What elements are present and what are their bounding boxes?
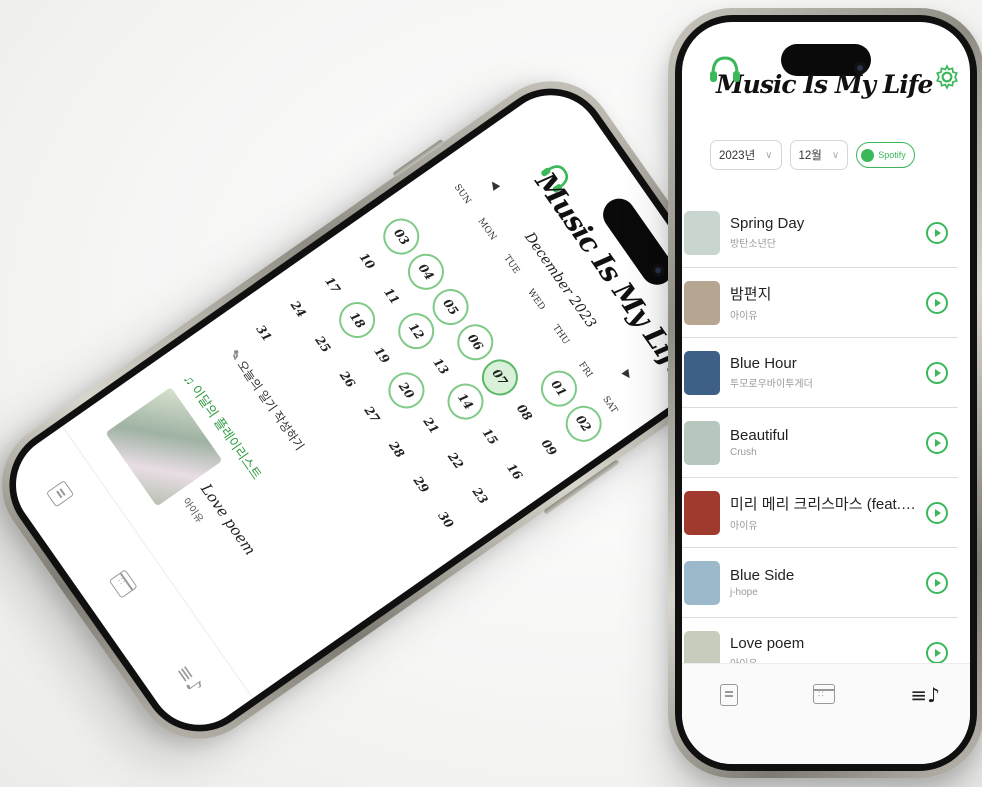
album-cover (684, 280, 720, 325)
headphones-icon (710, 56, 740, 82)
calendar-day-number: 21 (420, 414, 442, 437)
album-cover (684, 210, 720, 255)
calendar-day-number: 28 (386, 438, 408, 461)
calendar-icon[interactable] (812, 684, 835, 704)
calendar-day-number: 27 (361, 403, 383, 426)
calendar-day-number: 01 (548, 377, 570, 400)
calendar-day-number: 03 (390, 226, 413, 248)
spotify-icon (861, 148, 875, 162)
track-text: Beautiful Crush (730, 427, 918, 458)
chevron-down-icon: ∨ (765, 149, 773, 161)
calendar-day-number: 24 (287, 298, 309, 321)
track-artist: j-hope (730, 587, 758, 598)
track-title: Blue Side (730, 567, 795, 584)
calendar-day-number: 12 (405, 320, 427, 343)
diary-icon[interactable] (45, 480, 75, 508)
calendar-day-number: 15 (479, 425, 501, 448)
play-icon[interactable] (926, 291, 948, 314)
track-title: Blue Hour (730, 355, 797, 372)
bottom-nav: ≡♪ (0, 426, 254, 745)
playlist-screen: Music Is My Life 2023년 ∨ 12월 ∨ Spotify S… (682, 22, 970, 764)
calendar-day-number: 31 (253, 322, 275, 345)
track-title: 미리 메리 크리스마스 (feat.천... (730, 496, 918, 513)
calendar-day-number: 13 (430, 355, 452, 378)
settings-gear-icon[interactable] (934, 64, 960, 90)
track-text: Spring Day 방탄소년단 (730, 215, 918, 250)
track-artist: 방탄소년단 (730, 239, 776, 250)
calendar-day-number: 29 (410, 473, 432, 496)
calendar-day-number: 07 (489, 366, 511, 389)
play-icon[interactable] (926, 571, 948, 594)
calendar-day-number: 19 (371, 344, 393, 367)
month-select[interactable]: 12월 ∨ (789, 140, 849, 170)
bottom-nav: ≡♪ (682, 663, 970, 764)
calendar-icon[interactable] (108, 569, 138, 599)
track-text: Blue Side j-hope (730, 567, 918, 598)
track-row[interactable]: Spring Day 방탄소년단 (682, 198, 958, 268)
calendar-day-number: 17 (322, 274, 344, 296)
track-row[interactable]: Blue Hour 투모로우바이투게더 (682, 338, 958, 408)
calendar-day-number: 06 (464, 331, 486, 354)
year-value: 2023년 (719, 150, 756, 162)
app-logo: Music Is My Life (716, 70, 933, 99)
year-select[interactable]: 2023년 ∨ (710, 140, 782, 170)
album-cover (684, 490, 720, 535)
play-icon[interactable] (926, 221, 948, 244)
track-row[interactable]: Beautiful Crush (682, 408, 958, 478)
album-cover (684, 350, 720, 395)
calendar-day-number: 04 (415, 261, 437, 283)
track-artist: 아이유 (730, 521, 758, 532)
calendar-day-number: 23 (469, 484, 491, 507)
calendar-day-number: 20 (395, 379, 417, 402)
calendar-day-number: 02 (572, 412, 594, 435)
play-icon[interactable] (926, 501, 948, 524)
track-title: Spring Day (730, 215, 805, 232)
track-title: Beautiful (730, 427, 789, 444)
calendar-day-number: 09 (538, 436, 560, 459)
filter-bar: 2023년 ∨ 12월 ∨ Spotify (710, 140, 915, 170)
music-list-icon[interactable]: ≡♪ (171, 660, 208, 698)
play-icon[interactable] (926, 641, 948, 664)
month-value: 12월 (798, 150, 822, 162)
track-text: Blue Hour 투모로우바이투게더 (730, 355, 918, 390)
track-row[interactable]: 미리 메리 크리스마스 (feat.천... 아이유 (682, 478, 958, 548)
track-artist: 아이유 (730, 311, 758, 322)
track-row[interactable]: Blue Side j-hope (682, 548, 958, 618)
spotify-label: Spotify (878, 150, 906, 160)
play-icon[interactable] (926, 361, 948, 384)
calendar-day-number: 18 (346, 309, 368, 332)
track-list: Spring Day 방탄소년단 밤편지 아이유 Blue Hour 투모로우바이투게더 B… (682, 198, 958, 718)
music-list-icon[interactable]: ≡♪ (910, 684, 940, 706)
album-cover (684, 420, 720, 465)
featured-song-title: Love poem (197, 480, 260, 559)
calendar-day-number: 11 (381, 285, 403, 307)
chevron-down-icon: ∨ (831, 149, 840, 161)
track-text: 밤편지아이유 (730, 283, 918, 322)
album-cover (684, 560, 720, 605)
app-logo-wrap: Music Is My Life (710, 56, 933, 99)
track-title: Love poem (730, 635, 805, 652)
calendar-day-number: 14 (454, 390, 476, 413)
calendar-day-number: 22 (445, 449, 467, 472)
calendar-day-number: 16 (504, 460, 526, 483)
track-artist: Crush (730, 447, 757, 458)
calendar-day-number: 05 (440, 296, 462, 318)
track-row[interactable]: 밤편지아이유 (682, 268, 958, 338)
track-text: 미리 메리 크리스마스 (feat.천... 아이유 (730, 493, 918, 532)
calendar-day-number: 10 (356, 250, 378, 272)
diary-icon[interactable] (719, 684, 738, 706)
calendar-day-number: 26 (336, 368, 358, 391)
calendar-day-number: 30 (435, 508, 457, 531)
calendar-phone: Music Is My Life ◀ December 2023 ▶ SUN MO… (0, 56, 774, 764)
track-title: 밤편지 (730, 286, 772, 303)
play-icon[interactable] (926, 431, 948, 454)
track-artist: 투모로우바이투게더 (730, 379, 813, 390)
playlist-phone: Music Is My Life 2023년 ∨ 12월 ∨ Spotify S… (668, 8, 982, 778)
calendar-day-number: 08 (513, 401, 535, 424)
spotify-button[interactable]: Spotify (856, 142, 915, 168)
calendar-day-number: 25 (312, 333, 334, 356)
